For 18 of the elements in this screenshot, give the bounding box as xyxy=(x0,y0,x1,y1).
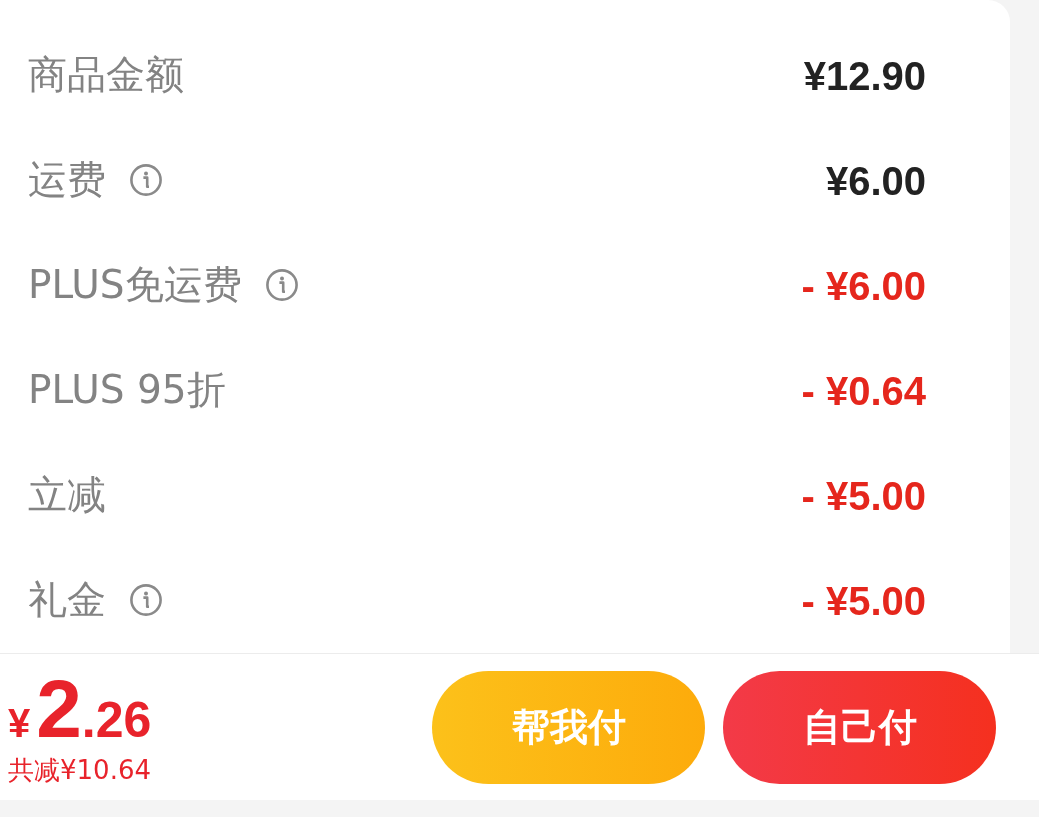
fee-amount: ¥12.90 xyxy=(803,52,926,100)
fee-label: PLUS免运费 xyxy=(28,262,242,309)
fee-label: 运费 xyxy=(28,157,106,204)
discount-amount: - ¥5.00 xyxy=(801,577,926,625)
discount-amount: - ¥6.00 xyxy=(801,262,926,310)
fee-label: 商品金额 xyxy=(28,52,184,99)
total-saving: 共减¥10.64 xyxy=(8,754,151,786)
discount-amount: - ¥5.00 xyxy=(801,472,926,520)
info-icon[interactable] xyxy=(265,269,298,302)
info-icon[interactable] xyxy=(130,164,162,197)
total-price: ¥2.26 xyxy=(8,668,152,750)
fee-label: PLUS 95折 xyxy=(28,367,226,414)
fee-amount: ¥6.00 xyxy=(825,157,926,205)
pay-myself-button[interactable]: 自己付 xyxy=(723,670,996,784)
info-icon[interactable] xyxy=(130,584,162,617)
discount-amount: - ¥0.64 xyxy=(801,367,926,415)
fee-label: 礼金 xyxy=(28,577,106,624)
fee-label: 立减 xyxy=(28,472,106,519)
